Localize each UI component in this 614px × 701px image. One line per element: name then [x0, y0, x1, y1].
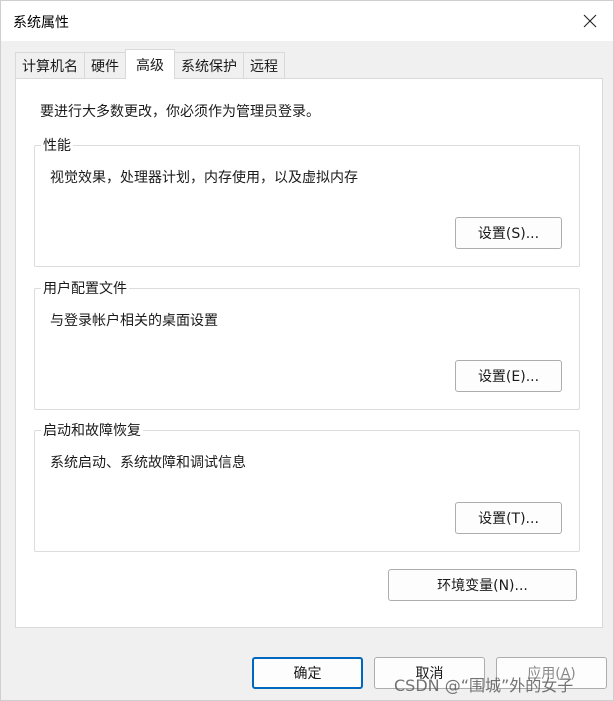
performance-title: 性能 [41, 135, 73, 155]
ok-button[interactable]: 确定 [252, 657, 363, 689]
watermark: CSDN @“围城”外的女子 [394, 676, 574, 695]
tab-system-protection[interactable]: 系统保护 [174, 52, 244, 79]
close-icon [583, 14, 597, 28]
tab-strip: 计算机名 硬件 高级 系统保护 远程 [15, 49, 285, 79]
close-button[interactable] [567, 1, 613, 41]
advanced-tab-panel: 要进行大多数更改，你必须作为管理员登录。 性能 视觉效果，处理器计划，内存使用，… [15, 78, 603, 628]
performance-settings-button[interactable]: 设置(S)... [455, 217, 562, 249]
system-properties-window: 系统属性 计算机名 硬件 高级 系统保护 远程 要进行大多数更改，你必须作为管理… [0, 0, 614, 701]
user-profiles-title: 用户配置文件 [41, 278, 129, 298]
tab-advanced[interactable]: 高级 [125, 49, 175, 79]
tab-remote[interactable]: 远程 [243, 52, 285, 79]
window-title: 系统属性 [13, 15, 69, 31]
environment-variables-button[interactable]: 环境变量(N)... [388, 569, 577, 601]
user-profiles-group: 用户配置文件 与登录帐户相关的桌面设置 设置(E)... [34, 278, 580, 410]
startup-recovery-description: 系统启动、系统故障和调试信息 [50, 455, 246, 471]
startup-recovery-group: 启动和故障恢复 系统启动、系统故障和调试信息 设置(T)... [34, 420, 580, 552]
admin-notice: 要进行大多数更改，你必须作为管理员登录。 [40, 104, 320, 120]
performance-description: 视觉效果，处理器计划，内存使用，以及虚拟内存 [50, 170, 358, 186]
tab-hardware[interactable]: 硬件 [84, 52, 126, 79]
title-bar: 系统属性 [1, 1, 613, 41]
startup-recovery-title: 启动和故障恢复 [41, 420, 143, 440]
user-profiles-description: 与登录帐户相关的桌面设置 [50, 313, 218, 329]
startup-recovery-settings-button[interactable]: 设置(T)... [455, 502, 562, 534]
user-profiles-settings-button[interactable]: 设置(E)... [455, 360, 562, 392]
tab-computer-name[interactable]: 计算机名 [15, 52, 85, 79]
performance-group: 性能 视觉效果，处理器计划，内存使用，以及虚拟内存 设置(S)... [34, 135, 580, 267]
